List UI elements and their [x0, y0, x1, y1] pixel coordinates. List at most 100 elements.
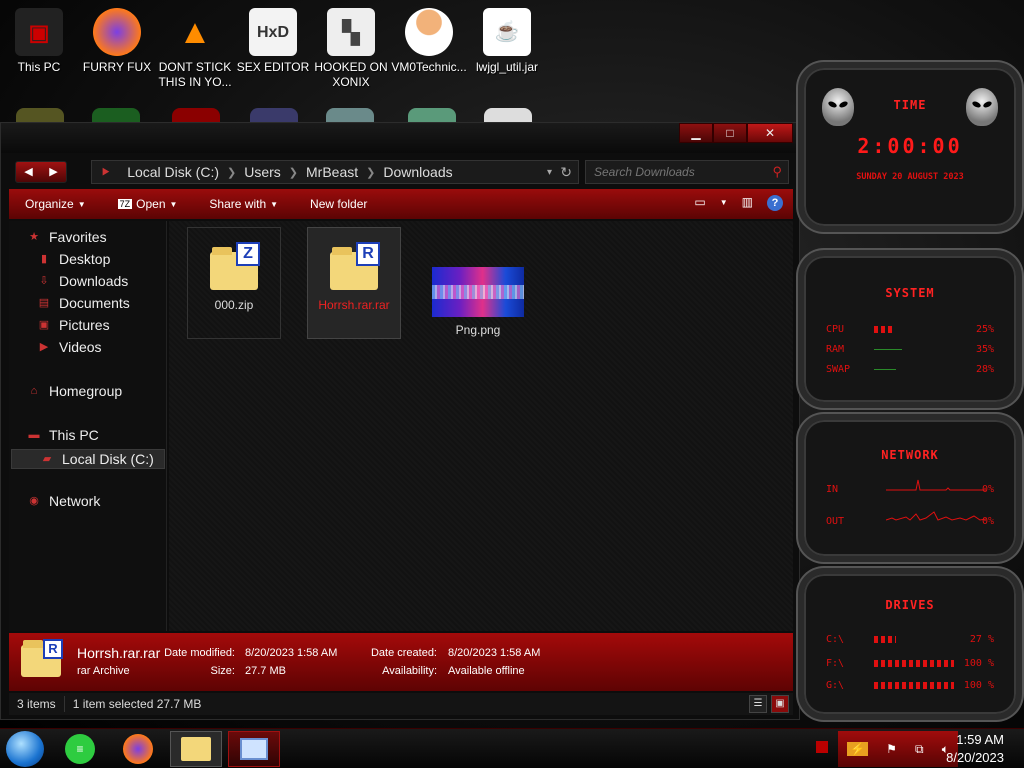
taskbar-clock[interactable]: 1:59 AM 8/20/2023	[946, 729, 1004, 767]
taskbar-app-notes[interactable]: ≡	[54, 731, 106, 767]
organize-label: Organize	[25, 197, 74, 211]
date-created-value: 8/20/2023 1:58 AM	[448, 647, 541, 659]
close-button[interactable]: ✕	[747, 123, 793, 143]
help-icon[interactable]: ?	[767, 195, 783, 211]
window-titlebar[interactable]: ▁ □ ✕	[1, 123, 799, 153]
cpu-row: CPU 25%	[826, 324, 994, 335]
winrar-small-icon: 7Z	[117, 199, 133, 209]
network-in-graph	[886, 479, 986, 491]
item-count: 3 items	[17, 697, 56, 711]
row-percent: 100 %	[963, 658, 994, 669]
sidebar-label: Favorites	[49, 229, 107, 245]
desktop-icon-dont-stick[interactable]: ▲ DONT STICK THIS IN YO...	[156, 2, 234, 90]
drives-gadget[interactable]: DRIVES C:\ 27 % F:\ 100 % G:\ 100 %	[798, 568, 1022, 720]
gadget-title: DRIVES	[885, 598, 935, 612]
search-box[interactable]: ⚲	[585, 160, 789, 184]
sidebar-item-pictures[interactable]: ▣ Pictures	[37, 317, 110, 333]
drive-icon: ▰	[42, 453, 52, 465]
network-gadget[interactable]: NETWORK IN 0% OUT 0%	[798, 414, 1022, 562]
sidebar-item-downloads[interactable]: ⇩ Downloads	[37, 273, 128, 289]
taskbar-app-file-explorer[interactable]	[170, 731, 222, 767]
network-status-icon[interactable]: ⧉	[915, 742, 924, 757]
sidebar-item-desktop[interactable]: ▮ Desktop	[37, 251, 110, 267]
file-item-000-zip[interactable]: Z 000.zip	[187, 227, 281, 339]
row-percent: 0%	[981, 516, 994, 527]
breadcrumb-local-disk[interactable]: Local Disk (C:)	[119, 164, 227, 180]
forward-button[interactable]: ▶	[41, 162, 66, 182]
row-label: OUT	[826, 516, 845, 527]
sidebar-item-homegroup[interactable]: ⌂ Homegroup	[27, 383, 122, 399]
taskbar-app-remote-desktop[interactable]	[228, 731, 280, 767]
usage-bar	[874, 346, 902, 353]
sidebar-item-network[interactable]: ◉ Network	[27, 493, 100, 509]
back-button[interactable]: ◀	[16, 162, 41, 182]
organize-button[interactable]: Organize ▼	[9, 197, 102, 211]
open-label: Open	[136, 197, 166, 211]
usage-bar	[874, 682, 954, 689]
partial-desktop-icon	[484, 108, 532, 122]
swap-row: SWAP 28%	[826, 364, 994, 375]
preview-pane-icon[interactable]: ▥	[742, 195, 753, 211]
chevron-right-icon[interactable]: ❯	[289, 166, 298, 179]
search-icon[interactable]: ⚲	[772, 164, 782, 180]
caret-down-icon[interactable]: ▼	[720, 195, 728, 211]
folder-icon	[181, 737, 211, 761]
size-value: 27.7 MB	[245, 665, 286, 677]
minimize-button[interactable]: ▁	[679, 123, 713, 143]
sidebar-item-local-disk[interactable]: ▰ Local Disk (C:)	[11, 449, 165, 469]
file-item-horrsh-rar[interactable]: R Horrsh.rar.rar	[307, 227, 401, 339]
file-item-png[interactable]: Png.png	[431, 227, 525, 339]
action-center-flag-icon[interactable]: ⚑	[886, 742, 897, 756]
availability-label: Availability:	[382, 665, 437, 677]
sidebar-label: Documents	[59, 295, 130, 311]
clock-gadget[interactable]: TIME 2:00:00 SUNDAY 20 AUGUST 2023	[798, 62, 1022, 232]
sidebar-item-documents[interactable]: ▤ Documents	[37, 295, 130, 311]
row-label: RAM	[826, 344, 845, 355]
taskbar-app-firefox[interactable]	[112, 731, 164, 767]
desktop-icon-this-pc[interactable]: ▣ This PC	[0, 2, 78, 75]
start-button[interactable]	[6, 731, 44, 767]
gadget-title: NETWORK	[881, 448, 939, 462]
availability-value: Available offline	[448, 665, 525, 677]
chevron-right-icon[interactable]: ❯	[227, 166, 236, 179]
large-icons-view-icon[interactable]: ▣	[771, 695, 789, 713]
change-view-icon[interactable]: ▭	[694, 195, 705, 211]
chevron-down-icon[interactable]: ▾	[547, 167, 552, 178]
network-out-row: OUT 0%	[826, 511, 994, 527]
system-tray: ⚡ ⚑ ⧉ 🔈︎	[838, 731, 958, 767]
drive-c-row: C:\ 27 %	[826, 634, 994, 645]
row-percent: 100 %	[963, 680, 994, 691]
address-bar[interactable]: ⯈ Local Disk (C:) ❯ Users ❯ MrBeast ❯ Do…	[91, 160, 579, 184]
open-button[interactable]: 7Z Open ▼	[102, 197, 194, 211]
usage-bar	[874, 366, 896, 373]
row-label: SWAP	[826, 364, 851, 375]
breadcrumb-users[interactable]: Users	[236, 164, 289, 180]
details-view-icon[interactable]: ☰	[749, 695, 767, 713]
breadcrumb-mrbeast[interactable]: MrBeast	[298, 164, 366, 180]
desktop-icon-furry-fux[interactable]: FURRY FUX	[78, 2, 156, 75]
search-input[interactable]	[586, 161, 756, 183]
desktop-icon-vm0technic[interactable]: VM0Technic...	[390, 2, 468, 75]
network-icon: ◉	[29, 495, 39, 507]
sidebar-item-favorites[interactable]: ★ Favorites	[27, 229, 107, 245]
refresh-icon[interactable]: ↻	[560, 164, 572, 181]
date-modified-value: 8/20/2023 1:58 AM	[245, 647, 338, 659]
new-folder-button[interactable]: New folder	[294, 197, 383, 211]
partial-desktop-icon	[16, 108, 64, 122]
maximize-button[interactable]: □	[713, 123, 747, 143]
breadcrumb-downloads[interactable]: Downloads	[375, 164, 460, 180]
desktop-icon-sex-editor[interactable]: HxD SEX EDITOR	[234, 2, 312, 75]
firefox-icon	[93, 8, 141, 56]
flag-notification-icon[interactable]	[816, 741, 828, 753]
desktop-icon-hooked-on-xonix[interactable]: ▚ HOOKED ON XONIX	[312, 2, 390, 90]
desktop-icon-lwjgl-util[interactable]: ☕ lwjgl_util.jar	[468, 2, 546, 75]
share-with-button[interactable]: Share with ▼	[193, 197, 294, 211]
chevron-right-icon[interactable]: ❯	[366, 166, 375, 179]
sidebar-item-this-pc[interactable]: ▬ This PC	[27, 427, 99, 443]
date-modified-label: Date modified:	[164, 647, 235, 659]
sidebar-item-videos[interactable]: ▶ Videos	[37, 339, 102, 355]
downloads-icon: ⇩	[39, 275, 49, 287]
winrar-tray-icon[interactable]: ⚡	[847, 742, 869, 756]
row-label: IN	[826, 484, 839, 495]
system-gadget[interactable]: SYSTEM CPU 25% RAM 35% SWAP 28%	[798, 250, 1022, 408]
